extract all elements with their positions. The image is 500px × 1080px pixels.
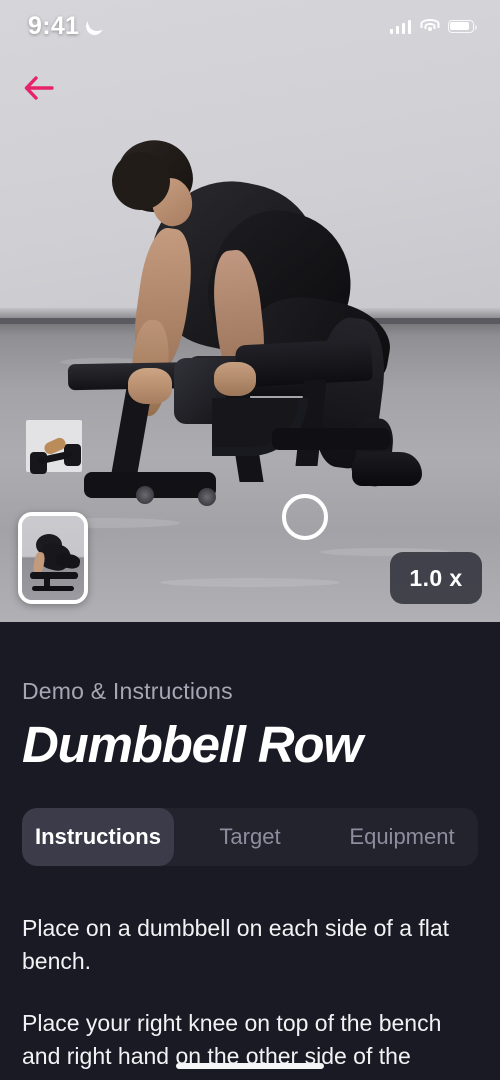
instruction-paragraph: Place on a dumbbell on each side of a fl… [22,915,450,974]
battery-icon [448,19,477,33]
playback-speed-label: 1.0 x [409,564,463,591]
exercise-info-panel: Demo & Instructions Dumbbell Row Instruc… [0,622,500,1080]
section-eyebrow: Demo & Instructions [22,678,233,704]
tab-target[interactable]: Target [174,808,326,866]
back-button[interactable] [16,68,62,108]
tab-bar: Instructions Target Equipment [22,808,478,866]
tab-equipment[interactable]: Equipment [326,808,478,866]
status-time: 9:41 [28,11,80,40]
cellular-signal-icon [389,19,411,34]
home-indicator[interactable] [176,1063,324,1069]
record-button[interactable] [282,494,328,540]
instructions-body: Place on a dumbbell on each side of a fl… [22,912,478,1073]
tab-instructions[interactable]: Instructions [22,808,174,866]
exercise-preview-thumbnail[interactable] [18,512,88,604]
status-bar: 9:41 [0,0,500,52]
status-bar-left: 9:41 [28,11,106,41]
exercise-demo-video[interactable]: 9:41 1.0 x [0,0,500,622]
status-bar-right [389,18,477,34]
moon-icon [84,15,106,37]
wifi-icon [420,18,439,34]
back-arrow-icon [24,76,54,100]
exercise-detail-screen: 9:41 1.0 x Demo & Instructions Dumbbell … [0,0,500,1080]
page-title: Dumbbell Row [22,716,363,773]
playback-speed-badge[interactable]: 1.0 x [390,552,482,604]
